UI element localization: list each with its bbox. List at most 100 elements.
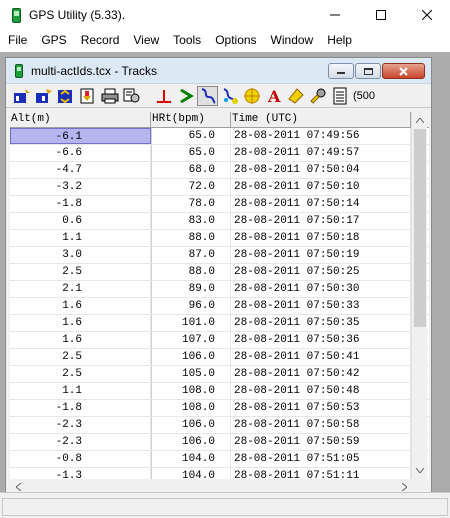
cell-alt[interactable]: 2.5 bbox=[10, 349, 151, 365]
cell-time[interactable]: 28-08-2011 07:50:36 bbox=[231, 332, 411, 348]
cell-alt[interactable]: 2.5 bbox=[10, 366, 151, 382]
cell-hr[interactable]: 104.0 bbox=[151, 468, 231, 479]
cell-hr[interactable]: 101.0 bbox=[151, 315, 231, 331]
cell-alt[interactable]: 1.1 bbox=[10, 230, 151, 246]
scroll-up-button[interactable] bbox=[412, 112, 428, 129]
cell-time[interactable]: 28-08-2011 07:50:10 bbox=[231, 179, 411, 195]
cell-time[interactable]: 28-08-2011 07:50:35 bbox=[231, 315, 411, 331]
tracks-grid[interactable]: Alt(m) HRt(bpm) Time (UTC) -6.1 65.0 28-08… bbox=[10, 112, 429, 479]
cell-hr[interactable]: 105.0 bbox=[151, 366, 231, 382]
cell-time[interactable]: 28-08-2011 07:50:53 bbox=[231, 400, 411, 416]
cell-alt[interactable]: 1.1 bbox=[10, 383, 151, 399]
map-options-button[interactable] bbox=[121, 86, 142, 106]
cell-hr[interactable]: 68.0 bbox=[151, 162, 231, 178]
menu-record[interactable]: Record bbox=[74, 30, 127, 50]
cell-time[interactable]: 28-08-2011 07:50:41 bbox=[231, 349, 411, 365]
cell-hr[interactable]: 65.0 bbox=[151, 128, 231, 144]
cell-time[interactable]: 28-08-2011 07:50:58 bbox=[231, 417, 411, 433]
cell-hr[interactable]: 108.0 bbox=[151, 383, 231, 399]
upload-waypoints-button[interactable] bbox=[11, 86, 32, 106]
cell-hr[interactable]: 78.0 bbox=[151, 196, 231, 212]
cell-time[interactable]: 28-08-2011 07:50:42 bbox=[231, 366, 411, 382]
cell-time[interactable]: 28-08-2011 07:50:04 bbox=[231, 162, 411, 178]
cell-alt[interactable]: -4.7 bbox=[10, 162, 151, 178]
table-row[interactable]: 2.5 105.0 28-08-2011 07:50:42 bbox=[10, 366, 429, 383]
vertical-scroll-thumb[interactable] bbox=[414, 129, 426, 327]
cell-time[interactable]: 28-08-2011 07:50:30 bbox=[231, 281, 411, 297]
menu-gps[interactable]: GPS bbox=[34, 30, 73, 50]
settings-tool-button[interactable] bbox=[307, 86, 328, 106]
upload-routes-button[interactable] bbox=[33, 86, 54, 106]
download-button[interactable] bbox=[77, 86, 98, 106]
table-row[interactable]: -0.8 104.0 28-08-2011 07:51:05 bbox=[10, 451, 429, 468]
child-minimize-button[interactable] bbox=[328, 63, 354, 79]
cell-hr[interactable]: 72.0 bbox=[151, 179, 231, 195]
cell-alt[interactable]: 2.5 bbox=[10, 264, 151, 280]
cell-hr[interactable]: 65.0 bbox=[151, 145, 231, 161]
cell-hr[interactable]: 89.0 bbox=[151, 281, 231, 297]
cell-alt[interactable]: 3.0 bbox=[10, 247, 151, 263]
cell-time[interactable]: 28-08-2011 07:50:33 bbox=[231, 298, 411, 314]
table-row[interactable]: 1.6 96.0 28-08-2011 07:50:33 bbox=[10, 298, 429, 315]
cell-alt[interactable]: -3.2 bbox=[10, 179, 151, 195]
cell-hr[interactable]: 106.0 bbox=[151, 349, 231, 365]
table-row[interactable]: 1.1 108.0 28-08-2011 07:50:48 bbox=[10, 383, 429, 400]
cell-time[interactable]: 28-08-2011 07:50:17 bbox=[231, 213, 411, 229]
cell-time[interactable]: 28-08-2011 07:50:14 bbox=[231, 196, 411, 212]
table-row[interactable]: 2.5 106.0 28-08-2011 07:50:41 bbox=[10, 349, 429, 366]
cell-hr[interactable]: 83.0 bbox=[151, 213, 231, 229]
cell-time[interactable]: 28-08-2011 07:50:19 bbox=[231, 247, 411, 263]
cell-time[interactable]: 28-08-2011 07:50:48 bbox=[231, 383, 411, 399]
child-restore-button[interactable] bbox=[355, 63, 381, 79]
cell-time[interactable]: 28-08-2011 07:51:11 bbox=[231, 468, 411, 479]
table-row[interactable]: 2.1 89.0 28-08-2011 07:50:30 bbox=[10, 281, 429, 298]
cell-alt[interactable]: -1.3 bbox=[10, 468, 151, 479]
cell-hr[interactable]: 106.0 bbox=[151, 434, 231, 450]
cell-hr[interactable]: 104.0 bbox=[151, 451, 231, 467]
cell-hr[interactable]: 108.0 bbox=[151, 400, 231, 416]
table-row[interactable]: 2.5 88.0 28-08-2011 07:50:25 bbox=[10, 264, 429, 281]
scroll-down-button[interactable] bbox=[412, 462, 428, 479]
cell-alt[interactable]: 1.6 bbox=[10, 315, 151, 331]
cell-alt[interactable]: -6.1 bbox=[10, 128, 151, 144]
cell-hr[interactable]: 96.0 bbox=[151, 298, 231, 314]
menu-view[interactable]: View bbox=[126, 30, 166, 50]
close-button[interactable] bbox=[404, 0, 450, 30]
cell-alt[interactable]: 0.6 bbox=[10, 213, 151, 229]
cell-time[interactable]: 28-08-2011 07:50:25 bbox=[231, 264, 411, 280]
note-tool-button[interactable] bbox=[285, 86, 306, 106]
table-row[interactable]: 0.6 83.0 28-08-2011 07:50:17 bbox=[10, 213, 429, 230]
table-row[interactable]: -1.8 108.0 28-08-2011 07:50:53 bbox=[10, 400, 429, 417]
cell-alt[interactable]: -0.8 bbox=[10, 451, 151, 467]
table-row[interactable]: -1.3 104.0 28-08-2011 07:51:11 bbox=[10, 468, 429, 479]
menu-options[interactable]: Options bbox=[208, 30, 263, 50]
table-row[interactable]: 1.6 101.0 28-08-2011 07:50:35 bbox=[10, 315, 429, 332]
cell-hr[interactable]: 88.0 bbox=[151, 230, 231, 246]
table-row[interactable]: -2.3 106.0 28-08-2011 07:50:58 bbox=[10, 417, 429, 434]
maximize-button[interactable] bbox=[358, 0, 404, 30]
table-row[interactable]: 1.6 107.0 28-08-2011 07:50:36 bbox=[10, 332, 429, 349]
cell-alt[interactable]: 2.1 bbox=[10, 281, 151, 297]
child-close-button[interactable] bbox=[382, 63, 425, 79]
cell-hr[interactable]: 88.0 bbox=[151, 264, 231, 280]
table-row[interactable]: 1.1 88.0 28-08-2011 07:50:18 bbox=[10, 230, 429, 247]
table-row[interactable]: -6.6 65.0 28-08-2011 07:49:57 bbox=[10, 145, 429, 162]
cell-hr[interactable]: 87.0 bbox=[151, 247, 231, 263]
perpendicular-tool-button[interactable] bbox=[153, 86, 174, 106]
text-tool-button[interactable]: A bbox=[263, 86, 284, 106]
cell-alt[interactable]: 1.6 bbox=[10, 298, 151, 314]
cell-alt[interactable]: -2.3 bbox=[10, 434, 151, 450]
cell-alt[interactable]: -2.3 bbox=[10, 417, 151, 433]
table-row[interactable]: -6.1 65.0 28-08-2011 07:49:56 bbox=[10, 128, 429, 145]
table-row[interactable]: -3.2 72.0 28-08-2011 07:50:10 bbox=[10, 179, 429, 196]
cell-hr[interactable]: 107.0 bbox=[151, 332, 231, 348]
cell-hr[interactable]: 106.0 bbox=[151, 417, 231, 433]
cell-alt[interactable]: -6.6 bbox=[10, 145, 151, 161]
vertical-scrollbar[interactable] bbox=[411, 112, 427, 479]
table-row[interactable]: -4.7 68.0 28-08-2011 07:50:04 bbox=[10, 162, 429, 179]
target-tool-button[interactable] bbox=[241, 86, 262, 106]
table-row[interactable]: -1.8 78.0 28-08-2011 07:50:14 bbox=[10, 196, 429, 213]
menu-help[interactable]: Help bbox=[320, 30, 359, 50]
cell-time[interactable]: 28-08-2011 07:50:18 bbox=[231, 230, 411, 246]
print-button[interactable] bbox=[99, 86, 120, 106]
